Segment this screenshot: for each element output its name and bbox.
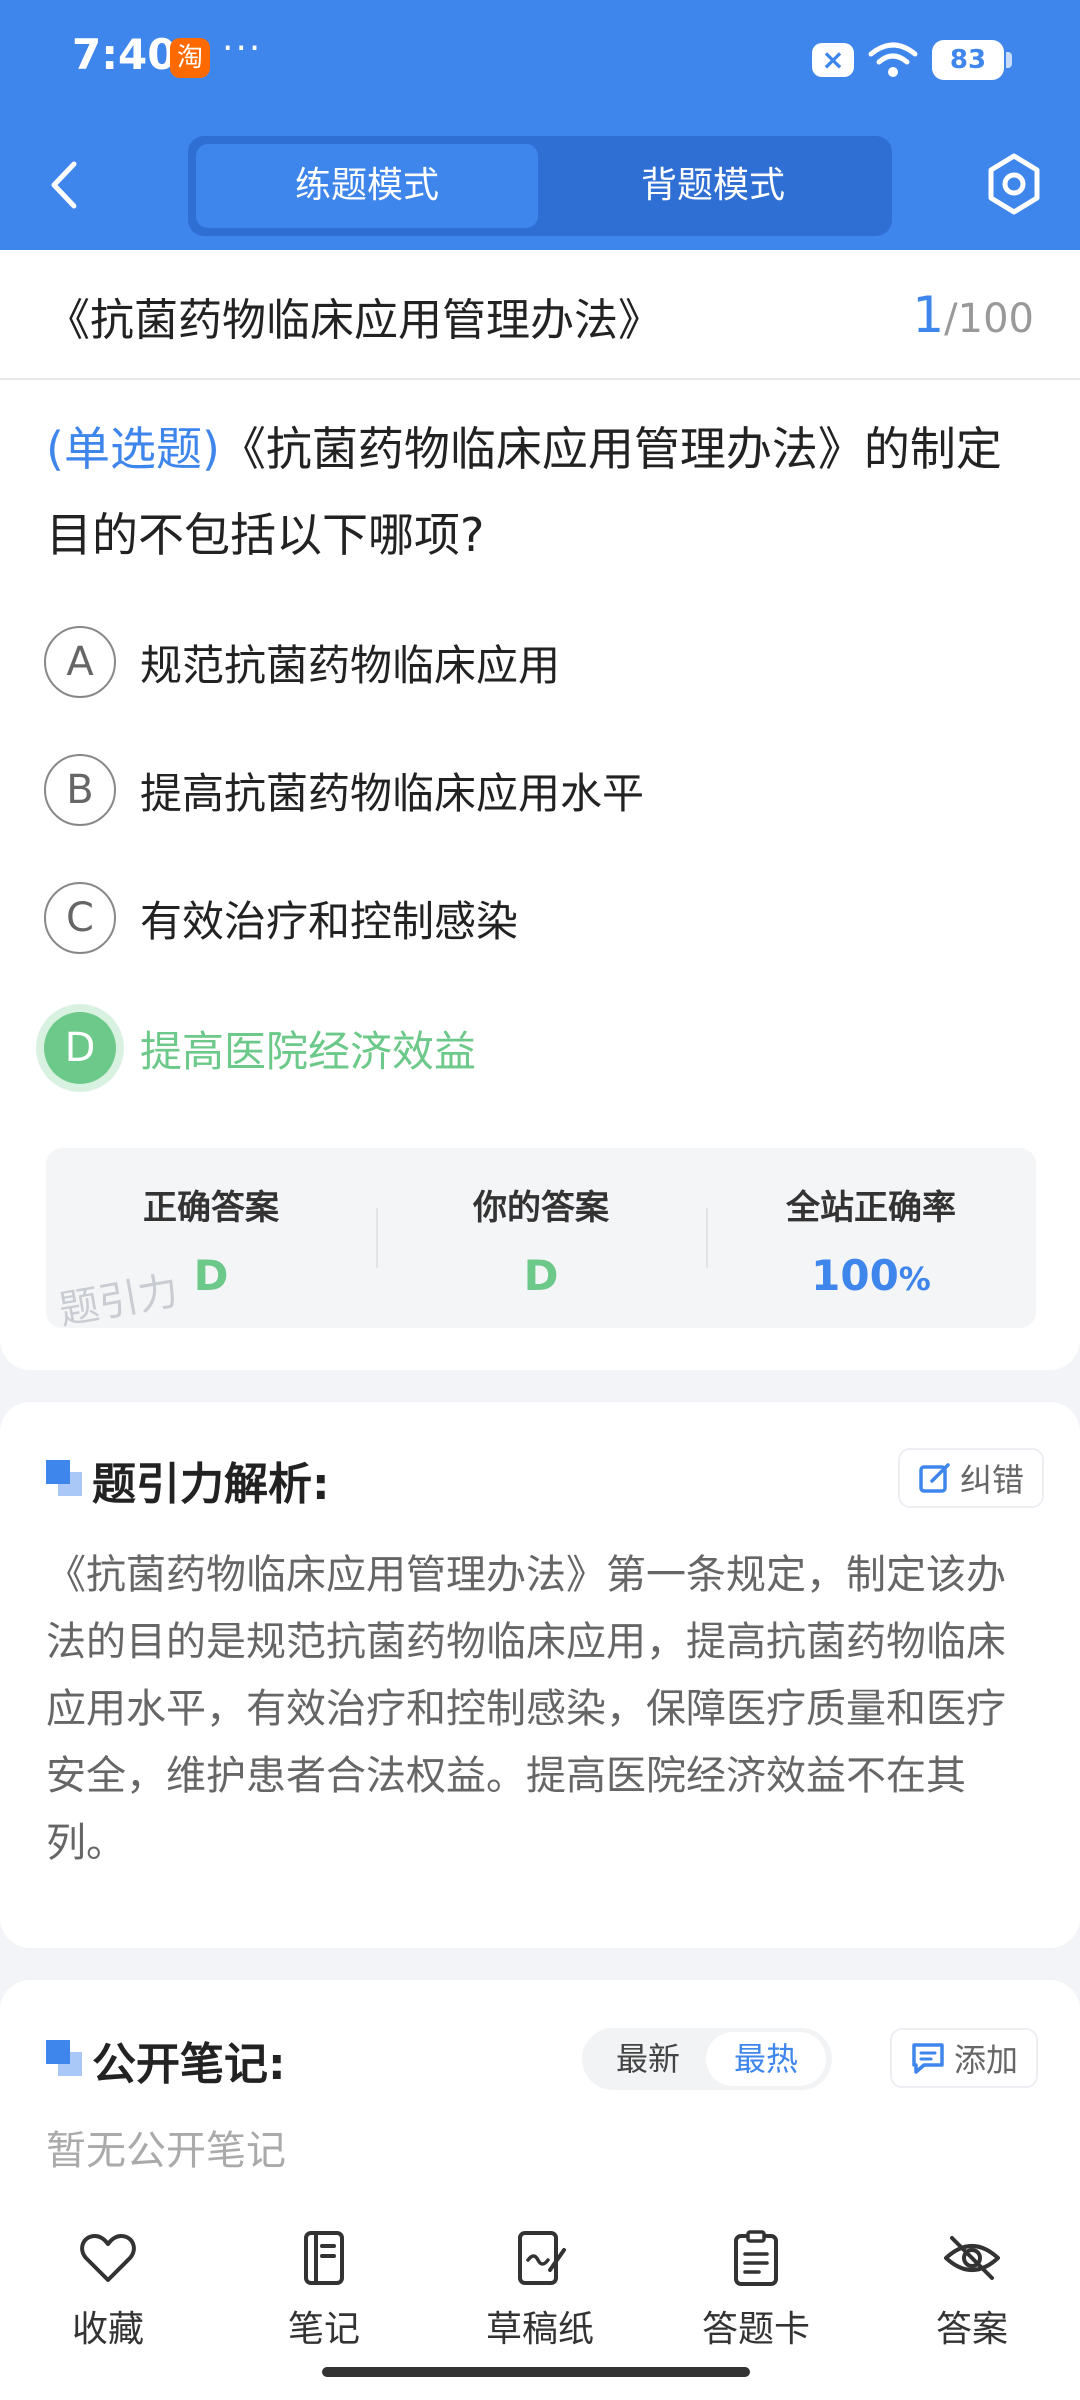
option-text: 规范抗菌药物临床应用: [140, 640, 561, 690]
option-c[interactable]: C 有效治疗和控制感染: [44, 878, 1034, 958]
your-answer-col: 你的答案 D: [376, 1148, 706, 1328]
answer-summary: 正确答案 D 题引力 你的答案 D 全站正确率 100%: [46, 1148, 1036, 1334]
accuracy-unit: %: [898, 1260, 931, 1298]
favorite-button[interactable]: 收藏: [28, 2230, 188, 2352]
public-notes-title: 公开笔记:: [92, 2039, 286, 2090]
favorite-label: 收藏: [71, 2309, 144, 2350]
question-set-title: 《抗菌药物临床应用管理办法》: [46, 295, 662, 346]
section-icon: [46, 2040, 82, 2076]
correct-answer-label: 正确答案: [143, 1188, 279, 1228]
total-questions: /100: [944, 296, 1034, 342]
toggle-answer-button[interactable]: 答案: [892, 2230, 1052, 2352]
notes-button[interactable]: 笔记: [244, 2230, 404, 2352]
back-button[interactable]: [40, 150, 90, 220]
accuracy-value: 100%: [706, 1251, 1036, 1300]
home-indicator: [322, 2367, 750, 2377]
option-letter: C: [44, 882, 116, 954]
analysis-card: 题引力解析: 纠错 《抗菌药物临床应用管理办法》第一条规定，制定该办法的目的是规…: [0, 1402, 1080, 1948]
settings-button[interactable]: [984, 150, 1044, 218]
heart-icon: [80, 2234, 136, 2282]
taobao-icon: 淘: [170, 38, 210, 78]
option-letter: B: [44, 754, 116, 826]
option-letter: A: [44, 626, 116, 698]
accuracy-col: 全站正确率 100%: [706, 1148, 1036, 1328]
more-notifications-icon: ···: [222, 28, 263, 69]
option-a[interactable]: A 规范抗菌药物临床应用: [44, 622, 1034, 702]
question-card: (单选题)《抗菌药物临床应用管理办法》的制定目的不包括以下哪项? A 规范抗菌药…: [0, 380, 1080, 1370]
option-d[interactable]: D 提高医院经济效益: [44, 1008, 1034, 1088]
option-text: 提高抗菌药物临床应用水平: [140, 768, 645, 818]
report-error-label: 纠错: [960, 1461, 1025, 1499]
question-progress: 1/100: [912, 286, 1034, 344]
mode-switch: 练题模式 背题模式: [188, 136, 892, 236]
correct-answer-col: 正确答案 D 题引力: [46, 1148, 376, 1334]
question-type: (单选题): [46, 422, 220, 476]
option-letter: D: [44, 1012, 116, 1084]
add-note-button[interactable]: 添加: [890, 2028, 1039, 2088]
status-indicators: × 83: [812, 40, 1012, 80]
scratch-paper-label: 草稿纸: [485, 2309, 594, 2350]
app-header: 7:40 淘 ··· × 83 练题模式 背题模式: [0, 0, 1080, 250]
edit-icon: [919, 1463, 950, 1493]
sort-latest[interactable]: 最新: [588, 2032, 708, 2086]
section-icon: [46, 1460, 82, 1496]
option-text: 提高医院经济效益: [140, 1026, 477, 1076]
report-error-button[interactable]: 纠错: [898, 1448, 1045, 1508]
scratch-paper-button[interactable]: 草稿纸: [460, 2230, 620, 2352]
question-text: (单选题)《抗菌药物临床应用管理办法》的制定目的不包括以下哪项?: [46, 406, 1041, 578]
your-answer-label: 你的答案: [473, 1188, 609, 1228]
comment-icon: [912, 2043, 944, 2074]
wifi-icon: [868, 42, 918, 77]
notes-sort-toggle: 最新 最热: [582, 2028, 832, 2090]
accuracy-number: 100: [811, 1251, 899, 1300]
accuracy-label: 全站正确率: [786, 1188, 956, 1228]
notes-label: 笔记: [287, 2309, 360, 2350]
add-note-label: 添加: [954, 2041, 1019, 2079]
question-set-title-bar: 《抗菌药物临床应用管理办法》 1/100: [0, 250, 1080, 380]
gear-icon: [988, 153, 1040, 215]
notebook-icon: [304, 2231, 344, 2285]
analysis-body: 《抗菌药物临床应用管理办法》第一条规定，制定该办法的目的是规范抗菌药物临床应用，…: [46, 1552, 1006, 1866]
option-b[interactable]: B 提高抗菌药物临床应用水平: [44, 750, 1034, 830]
sort-hot[interactable]: 最热: [706, 2032, 826, 2086]
analysis-title: 题引力解析:: [92, 1459, 330, 1510]
clipboard-icon: [734, 2230, 778, 2286]
tab-memorize-mode[interactable]: 背题模式: [542, 144, 884, 228]
battery-indicator: 83: [932, 40, 1012, 80]
notification-badge: ×: [812, 43, 854, 77]
tab-practice-mode[interactable]: 练题模式: [196, 144, 538, 228]
option-text: 有效治疗和控制感染: [140, 896, 519, 946]
eye-off-icon: [944, 2236, 1000, 2280]
chevron-left-icon: [51, 161, 77, 209]
status-time: 7:40: [72, 30, 177, 79]
answer-card-label: 答题卡: [701, 2309, 810, 2350]
your-answer-value: D: [523, 1251, 559, 1300]
toggle-answer-label: 答案: [935, 2309, 1008, 2350]
empty-notes-text: 暂无公开笔记: [46, 2128, 286, 2174]
answer-card-button[interactable]: 答题卡: [676, 2230, 836, 2352]
current-question-number: 1: [912, 286, 945, 344]
scratch-pad-icon: [518, 2231, 566, 2285]
